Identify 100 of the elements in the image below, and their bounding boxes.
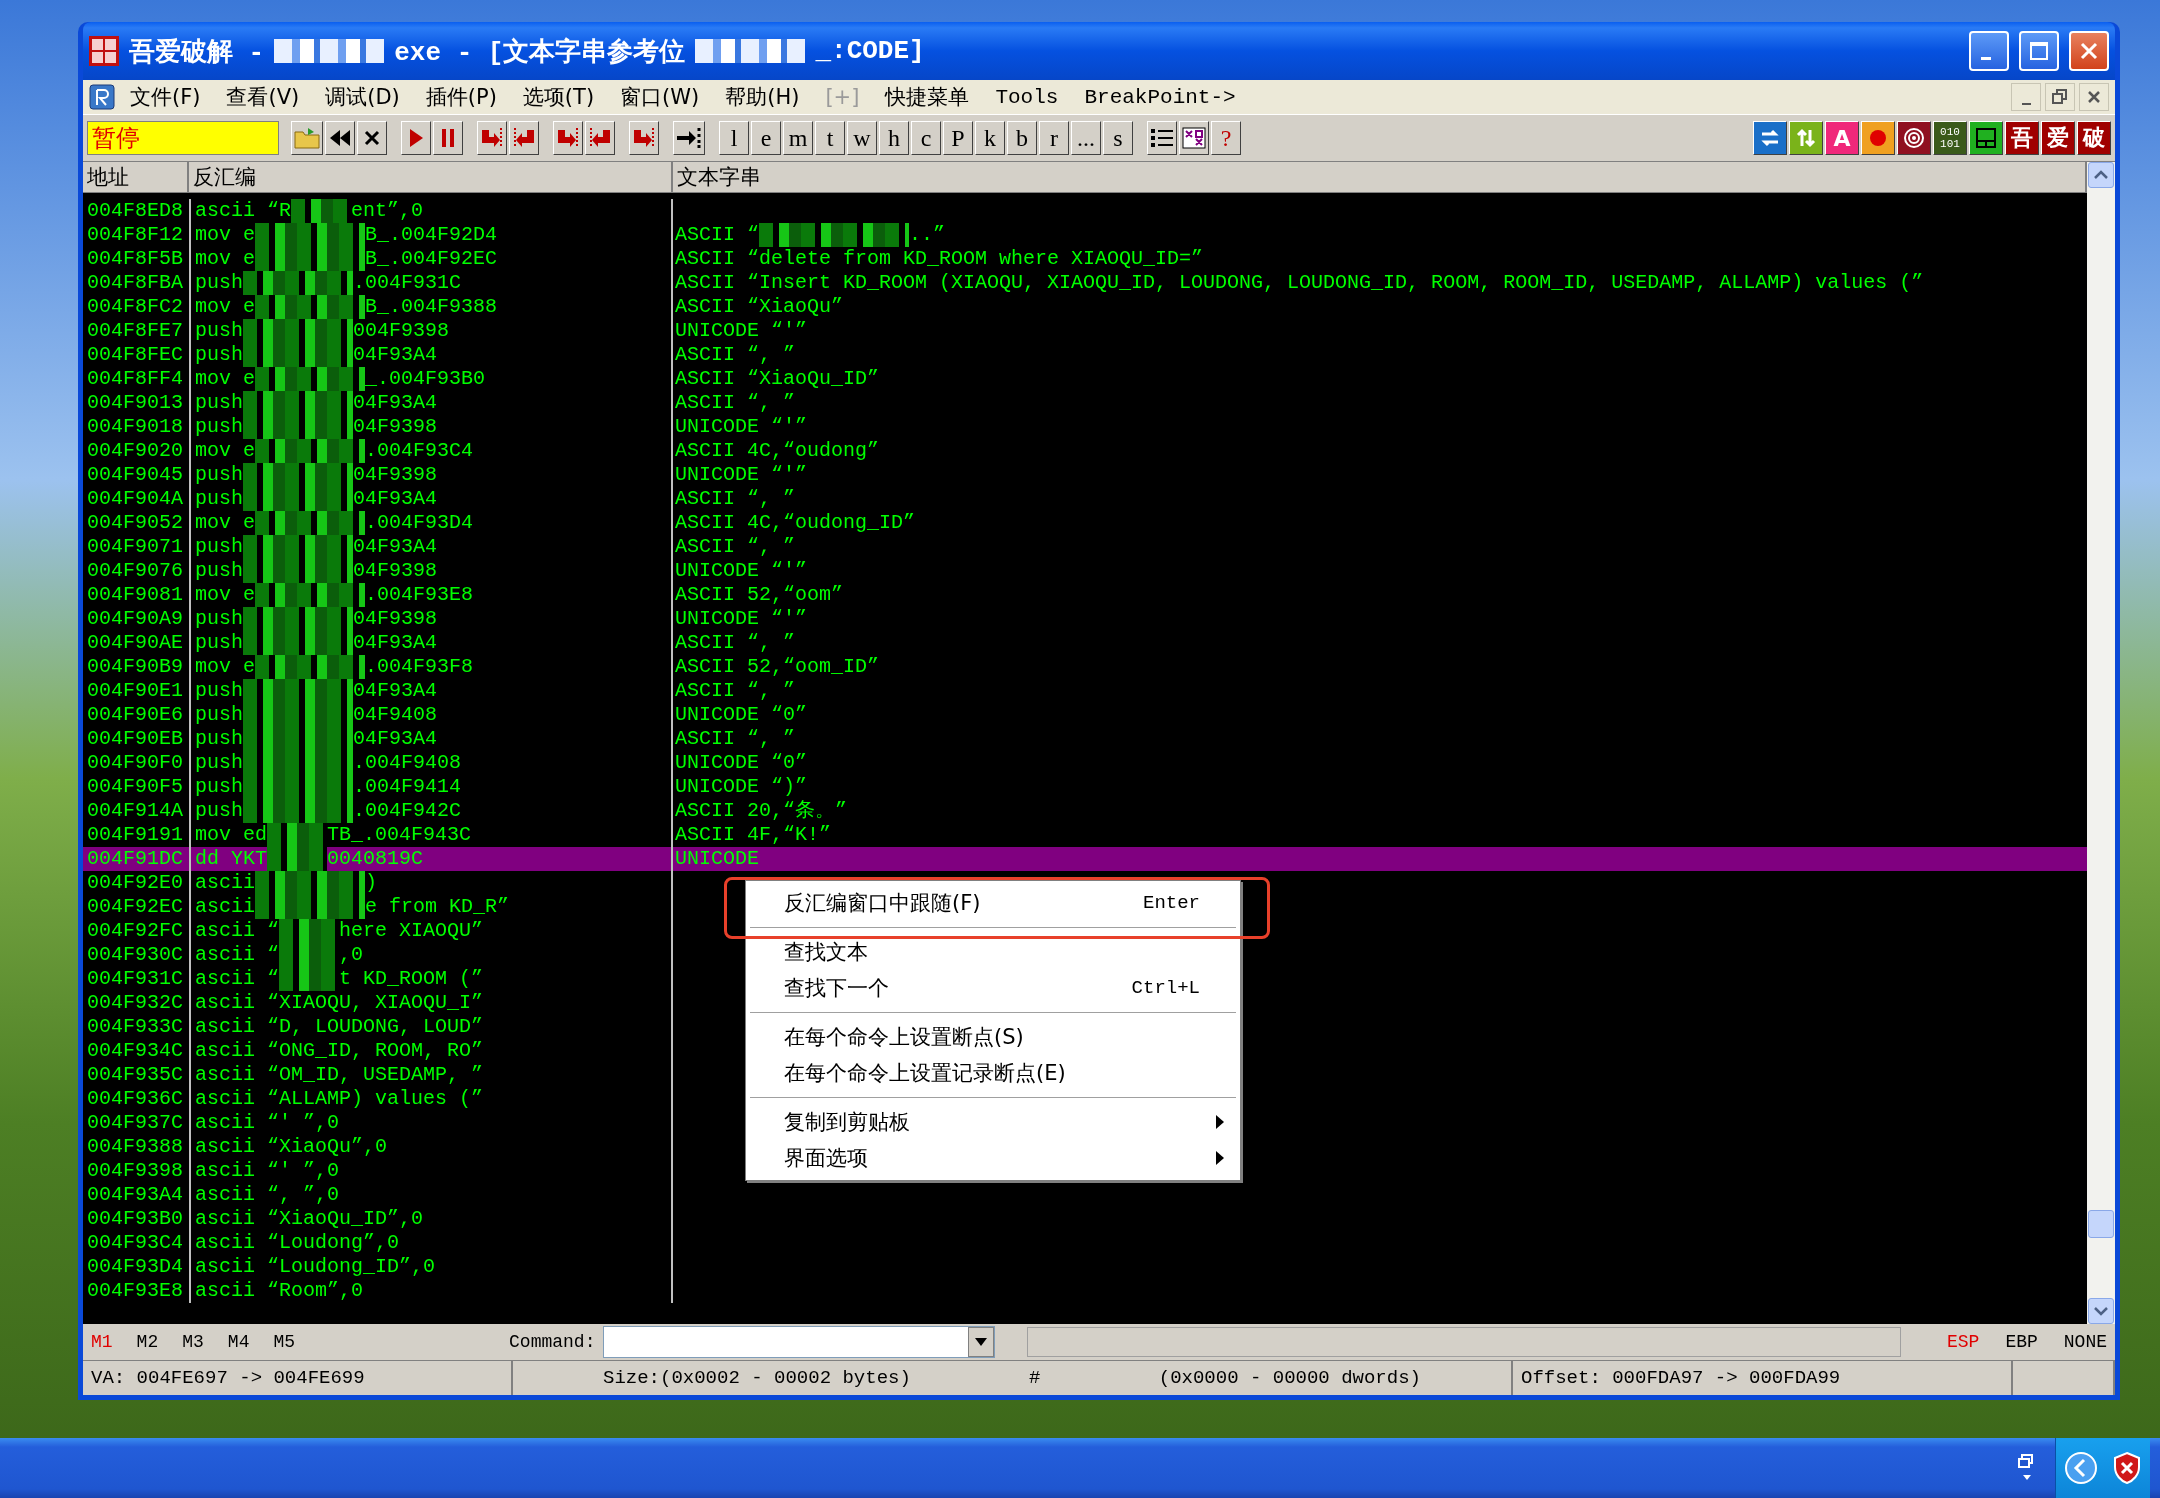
column-header[interactable]: 地址	[83, 162, 189, 192]
toolbar-button[interactable]	[1179, 121, 1209, 155]
code-text: ascii “XiaoQu_ID”,0	[195, 1207, 424, 1231]
toolbar-button[interactable]: c	[911, 121, 941, 155]
window-title: exe - [文本字串参考位	[394, 36, 686, 69]
menu-item-label: 查找文本	[784, 939, 868, 966]
code-text: ascii “Loudong_ID”,0	[195, 1255, 436, 1279]
code-text: ASCII “, ”	[675, 391, 796, 415]
code-text: push	[195, 271, 243, 295]
menu-item[interactable]: 窗口(W)	[609, 83, 711, 111]
menu-item[interactable]: 调试(D)	[314, 83, 411, 111]
restore-button[interactable]	[2045, 83, 2075, 111]
command-input[interactable]	[603, 1326, 996, 1358]
toolbar-button[interactable]	[357, 121, 387, 155]
menu-item[interactable]: 在每个命令上设置断点(S)	[746, 1019, 1240, 1055]
menu-item[interactable]: 反汇编窗口中跟随(F) Enter	[746, 885, 1240, 921]
address-cell-text: 004F92FC	[86, 919, 184, 943]
code-text: 0040819C	[327, 847, 424, 871]
register-option[interactable]: NONE	[2063, 1332, 2107, 1352]
toolbar-button[interactable]: s	[1103, 121, 1133, 155]
toolbar-button[interactable]: 破	[2077, 121, 2111, 155]
marker-tab[interactable]: M3	[182, 1332, 204, 1352]
menu-item[interactable]: BreakPoint->	[1073, 85, 1247, 109]
toolbar-button[interactable]: l	[719, 121, 749, 155]
toolbar-button[interactable]: 吾	[2005, 121, 2039, 155]
code-text: .004F9414	[353, 775, 462, 799]
marker-tab[interactable]: M5	[273, 1332, 296, 1352]
toolbar-button[interactable]: 爱	[2041, 121, 2075, 155]
scrollbar[interactable]	[2087, 162, 2115, 1324]
toolbar-button[interactable]	[1897, 121, 1931, 155]
address-cell-text: 004F9020	[86, 439, 184, 463]
toolbar-button[interactable]: m	[783, 121, 813, 155]
scroll-up-button[interactable]	[2088, 162, 2114, 188]
code-text: ascii “	[195, 967, 279, 991]
dropdown-button[interactable]	[968, 1327, 995, 1357]
toolbar-button[interactable]	[553, 121, 583, 155]
toolbar-button[interactable]	[585, 121, 615, 155]
menu-item[interactable]: 选项(T)	[511, 83, 606, 111]
menu-item[interactable]: 查看(V)	[215, 83, 311, 111]
toolbar-button[interactable]	[433, 121, 463, 155]
toolbar-button[interactable]	[325, 121, 355, 155]
toolbar-button[interactable]: h	[879, 121, 909, 155]
toolbar-button[interactable]: t	[815, 121, 845, 155]
scroll-down-button[interactable]	[2088, 1298, 2114, 1324]
shield-icon[interactable]	[2112, 1451, 2142, 1485]
register-option[interactable]: EBP	[2005, 1332, 2038, 1352]
address-cell-text: 004F93B0	[86, 1207, 184, 1231]
toolbar-button[interactable]	[291, 121, 323, 155]
code-text: 04F93A4	[353, 391, 438, 415]
code-text: ascii “OM_ID, USEDAMP, ”	[195, 1063, 484, 1087]
column-header[interactable]: 反汇编	[189, 162, 673, 192]
toolbar-button[interactable]: e	[751, 121, 781, 155]
toolbar-button[interactable]: 010 101	[1933, 121, 1967, 155]
menu-item[interactable]: 复制到剪贴板	[746, 1104, 1240, 1140]
menu-item[interactable]: Tools	[984, 85, 1070, 109]
code-text: ascii “D, LOUDONG, LOUD”	[195, 1015, 484, 1039]
toolbar-button[interactable]: P	[943, 121, 973, 155]
toolbar-button[interactable]: r	[1039, 121, 1069, 155]
code-text: push	[195, 631, 243, 655]
code-text: ascii “ALLAMP) values (”	[195, 1087, 484, 1111]
toolbar-button[interactable]: w	[847, 121, 877, 155]
menu-item[interactable]: 在每个命令上设置记录断点(E)	[746, 1055, 1240, 1091]
code-text: ASCII “, ”	[675, 343, 796, 367]
menu-item[interactable]: 查找文本	[746, 934, 1240, 970]
marker-tab[interactable]: M4	[227, 1332, 250, 1352]
toolbar-button[interactable]: ...	[1071, 121, 1101, 155]
menu-item[interactable]: 查找下一个 Ctrl+L	[746, 970, 1240, 1006]
help-button[interactable]: ?	[1211, 121, 1241, 155]
toolbar-button[interactable]: k	[975, 121, 1005, 155]
close-button[interactable]	[2079, 83, 2109, 111]
toolbar-button[interactable]	[401, 121, 431, 155]
toolbar-button[interactable]	[673, 121, 705, 155]
maximize-button[interactable]	[2019, 31, 2059, 71]
address-cell-text: 004F9052	[86, 511, 184, 535]
scroll-thumb[interactable]	[2088, 1210, 2114, 1238]
code-text: B_.004F9388	[365, 295, 498, 319]
menu-item-label: 反汇编窗口中跟随(F)	[784, 890, 981, 917]
code-text: mov e	[195, 655, 255, 679]
toolbar-button[interactable]	[1861, 121, 1895, 155]
toolbar-button[interactable]	[1147, 121, 1177, 155]
code-text: ascii “Loudong”,0	[195, 1231, 400, 1255]
menu-item[interactable]: 插件(P)	[414, 83, 508, 111]
toolbar-button[interactable]: A	[1825, 121, 1859, 155]
minimize-button[interactable]	[2011, 83, 2041, 111]
toolbar-button[interactable]	[1969, 121, 2003, 155]
menu-item[interactable]: 帮助(H)	[714, 83, 811, 111]
marker-tab[interactable]: M2	[136, 1332, 159, 1352]
menu-item[interactable]: 文件(F)	[119, 83, 212, 111]
code-text: UNICODE “'”	[675, 559, 808, 583]
toolbar-button[interactable]: b	[1007, 121, 1037, 155]
code-text: ASCII “XiaoQu_ID”	[675, 367, 880, 391]
code-text: ascii “Room”,0	[195, 1279, 364, 1303]
menu-item[interactable]: 界面选项	[746, 1140, 1240, 1176]
toolbar-button[interactable]	[509, 121, 539, 155]
toolbar-button[interactable]	[629, 121, 659, 155]
toolbar-button[interactable]	[477, 121, 507, 155]
toolbar-button[interactable]	[1789, 121, 1823, 155]
menu-item[interactable]: 快捷菜单	[874, 83, 981, 111]
toolbar-button[interactable]	[1753, 121, 1787, 155]
table-row[interactable]: 004F91DC dd YKT 0040819C UNICODE	[83, 847, 2087, 871]
